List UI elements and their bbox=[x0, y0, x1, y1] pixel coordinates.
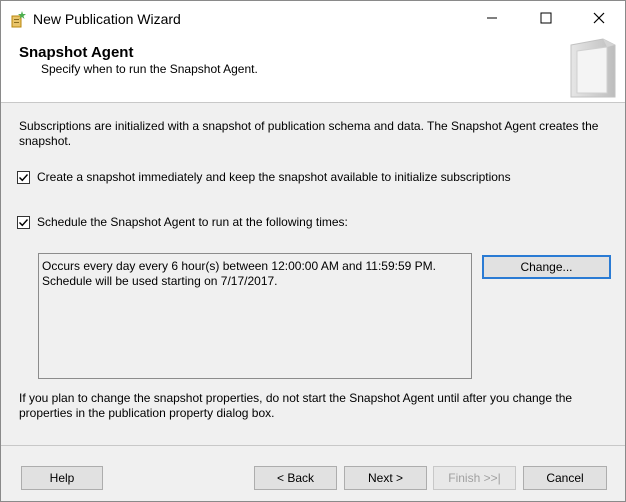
page-title: Snapshot Agent bbox=[19, 44, 134, 61]
minimize-button[interactable] bbox=[469, 1, 515, 35]
change-schedule-button[interactable]: Change... bbox=[482, 255, 611, 279]
wizard-banner-art bbox=[570, 38, 616, 98]
create-snapshot-option[interactable]: Create a snapshot immediately and keep t… bbox=[17, 170, 511, 184]
schedule-description: Occurs every day every 6 hour(s) between… bbox=[38, 253, 472, 379]
schedule-line-1: Occurs every day every 6 hour(s) between… bbox=[42, 259, 436, 273]
close-icon bbox=[593, 12, 605, 24]
help-button[interactable]: Help bbox=[21, 466, 103, 490]
minimize-icon bbox=[487, 17, 497, 19]
page-subtitle: Specify when to run the Snapshot Agent. bbox=[41, 62, 258, 76]
properties-note: If you plan to change the snapshot prope… bbox=[19, 391, 573, 420]
create-snapshot-checkbox[interactable] bbox=[17, 170, 30, 184]
intro-text: Subscriptions are initialized with a sna… bbox=[19, 119, 599, 148]
schedule-agent-label: Schedule the Snapshot Agent to run at th… bbox=[37, 215, 348, 229]
wizard-app-icon bbox=[11, 10, 27, 28]
schedule-line-2: Schedule will be used starting on 7/17/2… bbox=[42, 274, 278, 288]
create-snapshot-label: Create a snapshot immediately and keep t… bbox=[37, 170, 511, 184]
back-button[interactable]: < Back bbox=[254, 466, 337, 490]
maximize-icon bbox=[540, 12, 552, 24]
checkmark-icon bbox=[19, 173, 29, 181]
wizard-window: New Publication Wizard Snapshot Agent Sp… bbox=[0, 0, 626, 502]
close-button[interactable] bbox=[576, 1, 622, 35]
finish-button[interactable]: Finish >>| bbox=[433, 466, 516, 490]
cancel-button[interactable]: Cancel bbox=[523, 466, 607, 490]
schedule-agent-option[interactable]: Schedule the Snapshot Agent to run at th… bbox=[17, 215, 348, 229]
checkmark-icon bbox=[19, 218, 29, 226]
wizard-body: Subscriptions are initialized with a sna… bbox=[1, 103, 625, 443]
next-button[interactable]: Next > bbox=[344, 466, 427, 490]
title-bar[interactable]: New Publication Wizard bbox=[1, 1, 625, 35]
wizard-header: Snapshot Agent Specify when to run the S… bbox=[1, 35, 625, 103]
schedule-agent-checkbox[interactable] bbox=[17, 215, 30, 229]
footer-divider bbox=[1, 445, 625, 446]
maximize-button[interactable] bbox=[523, 1, 569, 35]
window-title: New Publication Wizard bbox=[33, 11, 181, 27]
